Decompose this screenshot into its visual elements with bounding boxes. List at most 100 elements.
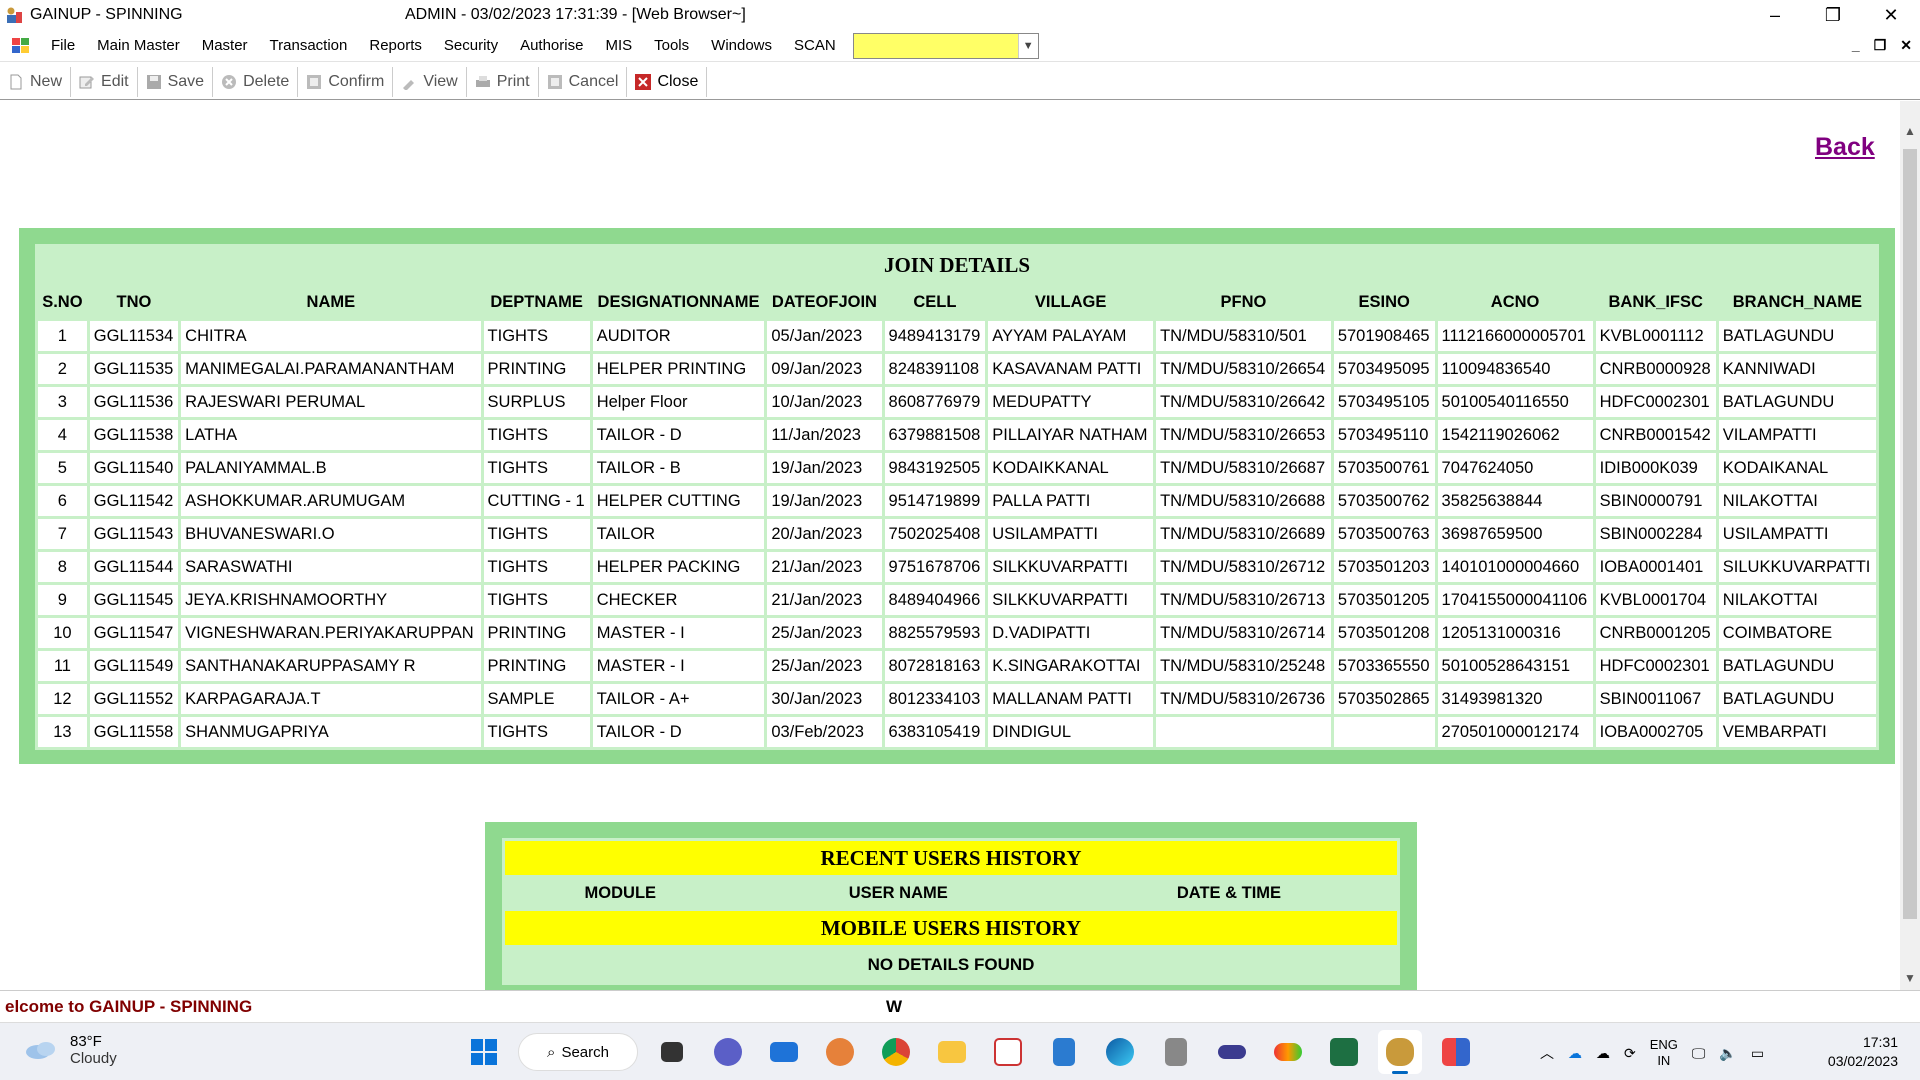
scan-combobox[interactable]: ▼ [852,32,1039,59]
edit-icon [79,76,95,88]
chrome-button[interactable] [874,1030,918,1074]
menu-master[interactable]: Master [191,37,259,54]
table-row[interactable]: 4 GGL11538 LATHA TIGHTS TAILOR - D 11/Jan/202… [38,420,1876,450]
mdi-restore-button[interactable]: ❐ [1874,37,1887,54]
menu-security[interactable]: Security [433,37,509,54]
scrollbar-thumb[interactable] [1903,149,1917,919]
lang-primary: ENG [1649,1037,1678,1052]
file-explorer-button[interactable] [930,1030,974,1074]
office-app-button[interactable] [1434,1030,1478,1074]
table-row[interactable]: 13 GGL11558 SHANMUGAPRIYA TIGHTS TAILOR - D0… [38,717,1876,747]
taskbar-search[interactable]: ⌕ Search [518,1033,638,1071]
clock-date: 03/02/2023 [1827,1053,1898,1069]
menu-transaction[interactable]: Transaction [259,37,359,54]
cell-tno: GGL11535 [89,354,179,384]
close-button[interactable]: Close [627,66,708,97]
table-row[interactable]: 1 GGL11534 CHITRA TIGHTS AUDITOR 05/Jan/2023 9… [38,321,1876,351]
cell-branch-name: KANNIWADI [1718,354,1876,384]
battery-icon[interactable]: ▭ [1751,1045,1764,1062]
cell-village: MALLANAM PATTI [988,684,1154,714]
mail-button[interactable] [762,1030,806,1074]
menu-file[interactable]: File [40,37,86,54]
menu-mis[interactable]: MIS [594,37,643,54]
table-row[interactable]: 5 GGL11540 PALANIYAMMAL.B TIGHTS TAILOR - B1… [38,453,1876,483]
excel-button[interactable] [1322,1030,1366,1074]
close-window-button[interactable]: ✕ [1862,0,1920,30]
cell-name: LATHA [181,420,481,450]
clock[interactable]: 17:31 03/02/2023 [1828,1033,1898,1071]
cell-bank-ifsc: SBIN0002284 [1595,519,1716,549]
print-button[interactable]: Print [467,66,539,97]
scroll-down-icon[interactable]: ▼ [1900,968,1920,988]
header-esino: ESINO [1333,286,1435,318]
mdi-app-icon[interactable] [12,37,30,54]
link-app-button[interactable] [1210,1030,1254,1074]
people-app-button[interactable] [818,1030,862,1074]
volume-icon[interactable]: 🔈 [1719,1045,1736,1062]
cell-tno: GGL11538 [89,420,179,450]
cell-acno: 1704155000041106 [1437,585,1593,615]
save-button[interactable]: Save [138,66,214,97]
onedrive-icon[interactable]: ☁ [1568,1045,1582,1062]
mdi-close-button[interactable]: ✕ [1900,37,1912,54]
cell-bank-ifsc: SBIN0011067 [1595,684,1716,714]
recent-users-caption: RECENT USERS HISTORY [505,841,1397,875]
confirm-button[interactable]: Confirm [298,66,394,97]
cell-tno: GGL11534 [89,321,179,351]
menu-reports[interactable]: Reports [358,37,433,54]
language-indicator[interactable]: ENG IN [1650,1037,1678,1069]
mdi-minimize-button[interactable]: _ [1852,37,1860,54]
cancel-button[interactable]: Cancel [539,66,628,97]
vs-code-button[interactable] [986,1030,1030,1074]
minimize-button[interactable]: – [1746,0,1804,30]
new-button[interactable]: New [0,66,72,97]
table-row[interactable]: 8 GGL11544 SARASWATHI TIGHTS HELPER PACKING 2… [38,552,1876,582]
table-row[interactable]: 2 GGL11535 MANIMEGALAI.PARAMANANTHAM PRINTI… [38,354,1876,384]
gainup-app-button[interactable] [1378,1030,1422,1074]
cell-name: KARPAGARAJA.T [181,684,481,714]
weather-widget[interactable]: 83°F Cloudy [24,1033,117,1067]
table-row[interactable]: 11 GGL11549 SANTHANAKARUPPASAMY R PRINTING M… [38,651,1876,681]
cell-designation: Helper Floor [592,387,765,417]
cell-dateofjoin: 25/Jan/2023 [767,618,882,648]
status-message: elcome to GAINUP - SPINNING [5,996,253,1016]
back-link[interactable]: Back [1815,133,1875,162]
table-row[interactable]: 12 GGL11552 KARPAGARAJA.T SAMPLE TAILOR - A+… [38,684,1876,714]
start-button[interactable] [462,1030,506,1074]
shield-app-icon [1053,1038,1075,1066]
table-row[interactable]: 10 GGL11547 VIGNESHWARAN.PERIYAKARUPPAN PRI… [38,618,1876,648]
menu-tools[interactable]: Tools [643,37,700,54]
table-row[interactable]: 3 GGL11536 RAJESWARI PERUMAL SURPLUS Helper … [38,387,1876,417]
chevron-up-icon[interactable]: ︿ [1540,1043,1554,1063]
table-row[interactable]: 9 GGL11545 JEYA.KRISHNAMOORTHY TIGHTS CHECKE… [38,585,1876,615]
table-row[interactable]: 7 GGL11543 BHUVANESWARI.O TIGHTS TAILOR 20/Ja… [38,519,1876,549]
snipping-tool-button[interactable] [1154,1030,1198,1074]
cell-village: AYYAM PALAYAM [988,321,1154,351]
sync-icon[interactable]: ⟳ [1624,1045,1636,1062]
menu-authorise[interactable]: Authorise [509,37,594,54]
menu-main-master[interactable]: Main Master [86,37,191,54]
cloud-sync-icon[interactable]: ☁ [1596,1045,1610,1062]
menu-windows[interactable]: Windows [700,37,783,54]
cell-deptname: PRINTING [483,354,590,384]
scroll-up-icon[interactable]: ▲ [1900,121,1920,141]
delete-button[interactable]: Delete [213,66,299,97]
chevron-down-icon[interactable]: ▼ [1017,33,1038,58]
restore-button[interactable]: ❐ [1804,0,1862,30]
vertical-scrollbar[interactable]: ▲ ▼ [1900,101,1920,990]
task-view-button[interactable] [650,1030,694,1074]
teams-chat-button[interactable] [706,1030,750,1074]
table-row[interactable]: 6 GGL11542 ASHOKKUMAR.ARUMUGAM CUTTING - 1H… [38,486,1876,516]
network-icon[interactable]: 🖵 [1692,1045,1706,1062]
users-history-table: RECENT USERS HISTORY MODULE USER NAME DA… [502,838,1400,985]
view-button[interactable]: View [393,66,467,97]
edit-button[interactable]: Edit [71,66,138,97]
cell-acno: 50100528643151 [1437,651,1593,681]
app-shield-button[interactable] [1042,1030,1086,1074]
menu-scan[interactable]: SCAN [783,37,847,54]
cell-pfno: TN/MDU/58310/26736 [1156,684,1331,714]
edge-button[interactable] [1098,1030,1142,1074]
cell-branch-name: VILAMPATTI [1718,420,1876,450]
color-app-button[interactable] [1266,1030,1310,1074]
users-history-panel: RECENT USERS HISTORY MODULE USER NAME DA… [485,822,1417,990]
